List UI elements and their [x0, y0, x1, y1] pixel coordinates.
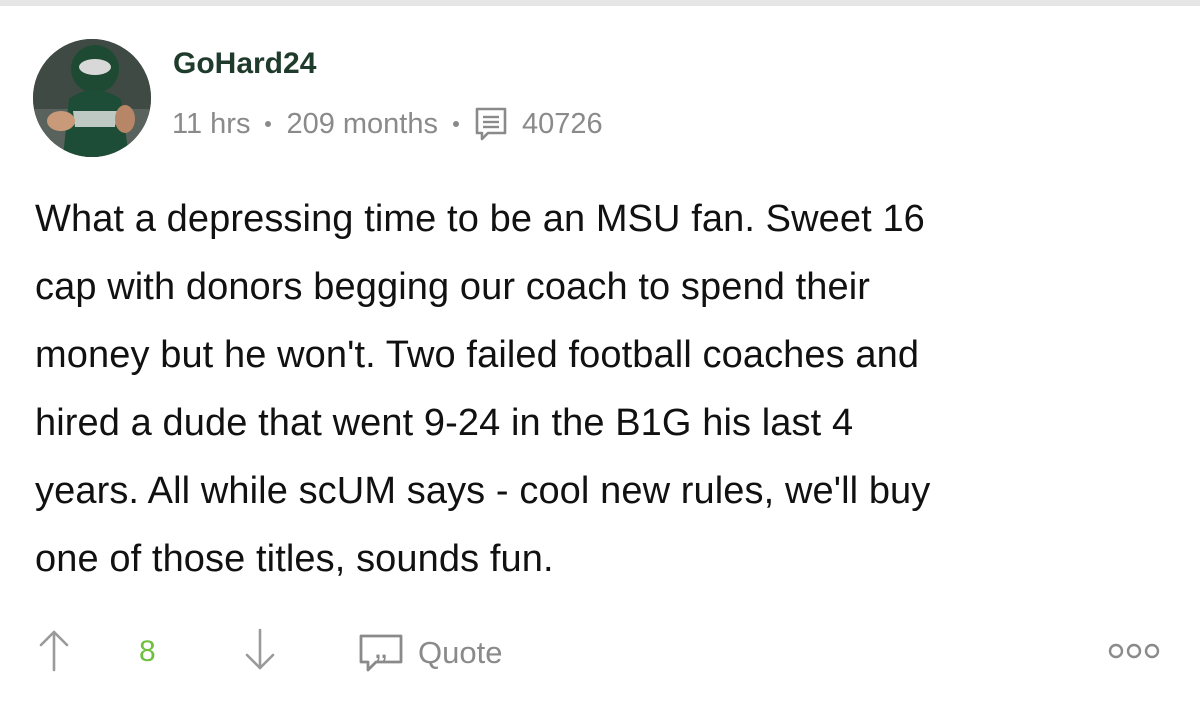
vote-score: 8	[139, 635, 156, 668]
post-body-line: money but he won't. Two failed football …	[35, 334, 920, 376]
upvote-button[interactable]	[36, 628, 72, 672]
quote-button[interactable]: ,, Quote	[358, 630, 502, 676]
meta-separator	[265, 121, 272, 127]
more-options-button[interactable]	[1104, 638, 1164, 664]
arrow-down-icon	[245, 628, 275, 670]
svg-text:,,: ,,	[375, 638, 387, 663]
post-actions: 8 ,, Quote	[0, 622, 1200, 686]
post-body-line: cap with donors begging our coach to spe…	[35, 266, 871, 308]
post-body: What a depressing time to be an MSU fan.…	[35, 185, 1185, 593]
post-body-line: What a depressing time to be an MSU fan.…	[35, 198, 925, 240]
membership-duration: 209 months	[286, 107, 438, 140]
post-body-line: one of those titles, sounds fun.	[35, 538, 554, 580]
avatar[interactable]	[33, 39, 151, 157]
meta-separator	[453, 121, 459, 127]
top-divider	[0, 0, 1200, 6]
time-ago: 11 hrs	[172, 107, 251, 140]
post-body-line: hired a dude that went 9-24 in the B1G h…	[35, 402, 854, 444]
username[interactable]: GoHard24	[173, 44, 316, 84]
post-count: 40726	[522, 107, 603, 140]
post-body-line: years. All while scUM says - cool new ru…	[35, 470, 931, 512]
quote-icon: ,,	[359, 634, 403, 672]
arrow-up-icon	[39, 630, 69, 672]
quote-label: Quote	[418, 635, 503, 670]
downvote-button[interactable]	[242, 628, 278, 672]
posts-icon	[474, 106, 508, 142]
post-meta: 11 hrs 209 months 40726	[172, 104, 603, 144]
more-options-icon	[1108, 643, 1160, 659]
